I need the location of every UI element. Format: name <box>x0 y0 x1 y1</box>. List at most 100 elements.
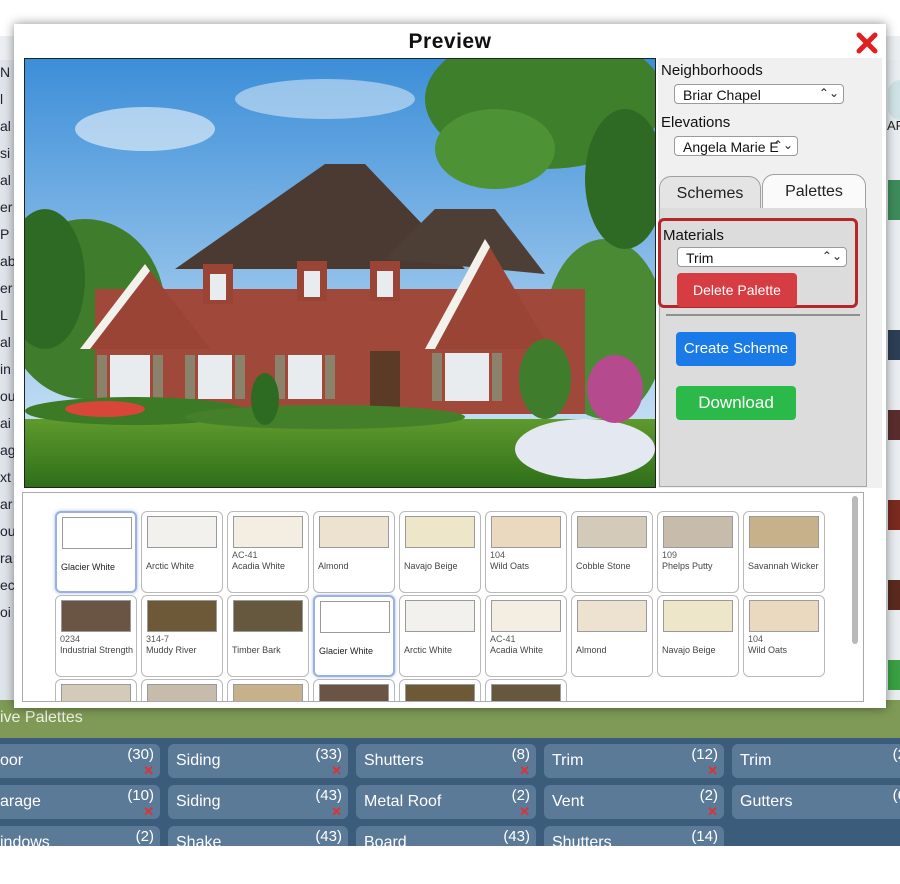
swatch-name: Acadia White <box>232 561 286 571</box>
neighborhood-value: Briar Chapel <box>683 87 761 103</box>
swatch-code: 314-7 <box>146 634 170 644</box>
neighborhoods-label: Neighborhoods <box>661 62 763 79</box>
color-swatch[interactable]: 314-7 Muddy River <box>141 595 223 677</box>
elevation-select[interactable]: Angela Marie E ⌃⌄ <box>674 136 798 156</box>
color-swatch[interactable]: 104 Wild Oats <box>485 511 567 593</box>
bg-left-fragment: ar <box>0 496 13 512</box>
scrollbar-thumb[interactable] <box>852 496 858 644</box>
swatch-name: Muddy River <box>146 645 197 655</box>
color-swatch[interactable]: 109 Phelps Putty <box>657 511 739 593</box>
bg-left-fragment: oi <box>0 604 11 620</box>
swatch-name: Cobble Stone <box>576 561 631 571</box>
bg-chip-delete-icon: ✕ <box>519 804 530 819</box>
color-swatch[interactable]: AC-41 Acadia White <box>227 511 309 593</box>
material-value: Trim <box>686 250 714 266</box>
bg-palette-chip: Trim (2 <box>732 744 900 778</box>
select-chevron-icon: ⌃⌄ <box>818 86 839 100</box>
color-swatch[interactable] <box>485 679 567 701</box>
color-swatch[interactable] <box>141 679 223 701</box>
swatch-color-chip <box>405 516 475 548</box>
swatch-name: Glacier White <box>61 562 116 572</box>
download-button[interactable]: Download <box>676 386 796 420</box>
bg-chip-count: (33) <box>315 746 342 763</box>
bg-chip-name: Gutters <box>740 793 793 810</box>
color-swatch[interactable] <box>399 679 481 701</box>
bg-chip-name: Siding <box>176 752 221 769</box>
swatch-code: 109 <box>662 550 678 560</box>
preview-modal: Preview Neighborhoods Briar Chapel ⌃⌄ El… <box>14 24 886 708</box>
swatch-code: 0234 <box>60 634 81 644</box>
bg-left-fragment: al <box>0 172 11 188</box>
swatch-name: Almond <box>576 645 607 655</box>
bg-bottom-margin <box>0 846 900 884</box>
palettes-tab-panel: Materials Trim ⌃⌄ Delete Palette Create … <box>658 208 867 487</box>
swatch-name: Glacier White <box>319 646 374 656</box>
bg-chip-name: Shutters <box>364 752 424 769</box>
color-swatch[interactable]: Almond <box>571 595 653 677</box>
materials-section: Materials Trim ⌃⌄ Delete Palette <box>658 218 858 308</box>
delete-palette-button[interactable]: Delete Palette <box>677 273 797 307</box>
swatch-color-chip <box>147 600 217 632</box>
swatch-color-chip <box>491 516 561 548</box>
swatch-color-chip <box>62 517 132 549</box>
color-swatch[interactable]: Savannah Wicker <box>743 511 825 593</box>
color-swatch[interactable]: 104 Wild Oats <box>743 595 825 677</box>
bg-chip-name: oor <box>0 752 24 769</box>
bg-left-fragment: ec <box>0 577 15 593</box>
bg-chip-count: (8) <box>511 746 530 763</box>
elevation-value: Angela Marie E <box>683 139 779 155</box>
bg-palette-chip: Metal Roof (2) ✕ <box>356 785 536 819</box>
color-swatch[interactable]: Navajo Beige <box>399 511 481 593</box>
color-swatch[interactable] <box>227 679 309 701</box>
color-swatch[interactable]: AC-41 Acadia White <box>485 595 567 677</box>
materials-label: Materials <box>663 227 724 244</box>
close-icon[interactable] <box>854 30 880 56</box>
color-swatch[interactable] <box>313 679 395 701</box>
bg-palette-chips: oor (30) ✕ Siding (33) ✕ Shutters (8) ✕ Trim (12) ✕… <box>0 738 900 860</box>
create-scheme-button[interactable]: Create Scheme <box>676 332 796 366</box>
swatch-grid: Glacier White Arctic White AC-41 Acadia Whi… <box>22 492 864 702</box>
color-swatch[interactable]: Arctic White <box>399 595 481 677</box>
tab-schemes[interactable]: Schemes <box>659 176 761 210</box>
color-swatch[interactable]: Glacier White <box>55 511 137 593</box>
material-select[interactable]: Trim ⌃⌄ <box>677 247 847 267</box>
color-swatch[interactable]: Timber Bark <box>227 595 309 677</box>
swatch-name: Navajo Beige <box>404 561 458 571</box>
bg-left-fragment: in <box>0 361 11 377</box>
neighborhood-select[interactable]: Briar Chapel ⌃⌄ <box>674 84 844 104</box>
panel-divider <box>666 314 860 316</box>
swatch-code: 104 <box>748 634 764 644</box>
swatch-name: Acadia White <box>490 645 544 655</box>
swatch-name: Arctic White <box>146 561 195 571</box>
bg-chip-name: Trim <box>740 752 772 769</box>
bg-palette-chip: oor (30) ✕ <box>0 744 160 778</box>
bg-chip-count: (14) <box>691 828 718 845</box>
bg-left-fragment: l <box>0 91 4 107</box>
bg-chip-count: (2) <box>135 828 154 845</box>
color-swatch[interactable]: 0234 Industrial Strength <box>55 595 137 677</box>
color-swatch[interactable]: Navajo Beige <box>657 595 739 677</box>
color-swatch[interactable]: Almond <box>313 511 395 593</box>
bg-chip-count: (12) <box>691 746 718 763</box>
swatch-name: Wild Oats <box>490 561 530 571</box>
tab-palettes[interactable]: Palettes <box>762 174 866 210</box>
color-swatch[interactable]: Cobble Stone <box>571 511 653 593</box>
swatch-color-chip <box>147 684 217 701</box>
bg-palette-chip: Gutters (6 <box>732 785 900 819</box>
color-swatch[interactable]: Arctic White <box>141 511 223 593</box>
swatch-color-chip <box>663 600 733 632</box>
color-swatch[interactable] <box>55 679 137 701</box>
bg-palette-chip: Trim (12) ✕ <box>544 744 724 778</box>
house-preview-image <box>24 58 656 488</box>
swatch-color-chip <box>147 516 217 548</box>
color-swatch[interactable]: Glacier White <box>313 595 395 677</box>
swatch-scrollbar[interactable] <box>850 496 860 696</box>
swatch-color-chip <box>663 516 733 548</box>
swatch-color-chip <box>233 516 303 548</box>
bg-chip-name: arage <box>0 793 41 810</box>
bg-palette-chip: Shutters (8) ✕ <box>356 744 536 778</box>
bg-left-fragment: ai <box>0 415 11 431</box>
bg-chip-name: Metal Roof <box>364 793 442 810</box>
bg-chip-count: (6 <box>892 787 900 804</box>
bg-chip-count: (43) <box>315 787 342 804</box>
